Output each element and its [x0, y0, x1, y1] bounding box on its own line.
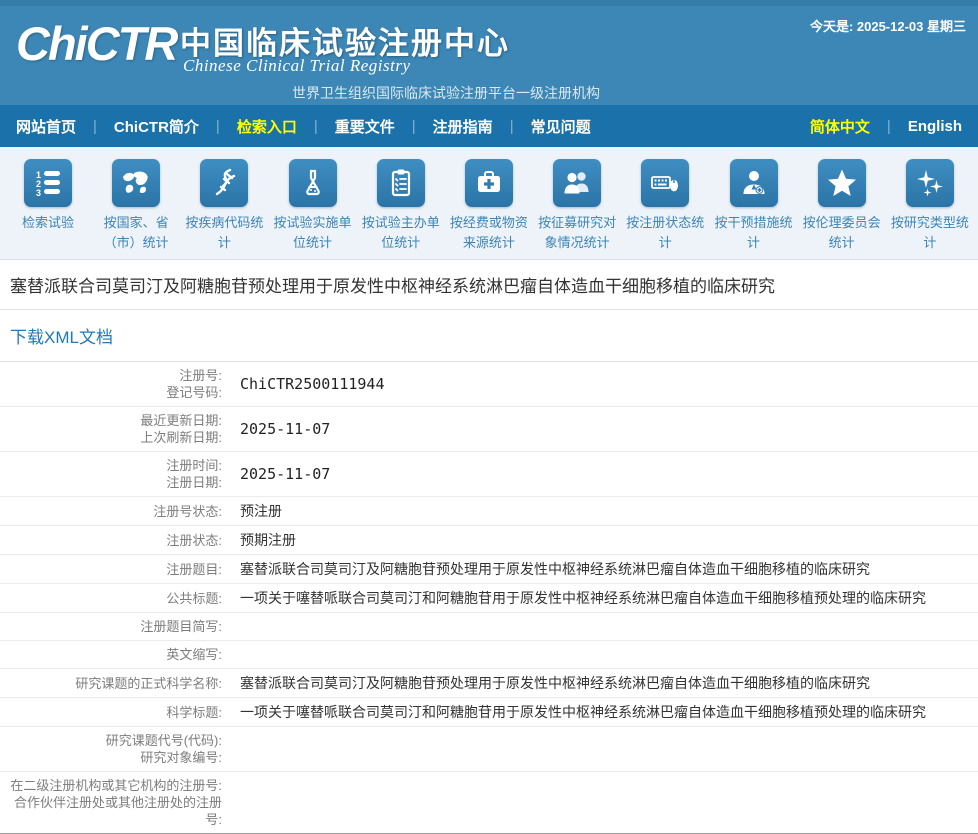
sparkles-icon [906, 159, 954, 207]
table-row-registration-date: 注册时间: 注册日期: 2025-11-07 [0, 452, 978, 497]
tool-label: 按试验实施单位统计 [269, 213, 357, 252]
nav-item-search[interactable]: 检索入口 [233, 116, 301, 137]
nav-separator: | [510, 118, 514, 135]
row-label: 科学标题: [0, 704, 222, 721]
tool-stats-by-country[interactable]: 按国家、省（市）统计 [92, 159, 180, 259]
row-label: 注册题目简写: [0, 618, 222, 635]
nav-item-documents[interactable]: 重要文件 [331, 116, 399, 137]
tool-label: 按研究类型统计 [886, 213, 974, 252]
medical-bag-icon [465, 159, 513, 207]
row-label: 公共标题: [0, 590, 222, 607]
nav-separator: | [216, 118, 220, 135]
study-title: 塞替派联合司莫司汀及阿糖胞苷预处理用于原发性中枢神经系统淋巴瘤自体造血干细胞移植… [0, 260, 978, 310]
tool-stats-by-sponsor-unit[interactable]: 按试验主办单位统计 [357, 159, 445, 259]
public-title-cn-value: 塞替派联合司莫司汀及阿糖胞苷预处理用于原发性中枢神经系统淋巴瘤自体造血干细胞移植… [222, 560, 978, 578]
tool-label: 按国家、省（市）统计 [92, 213, 180, 252]
row-label: 研究课题的正式科学名称: [0, 675, 222, 692]
nav-separator: | [412, 118, 416, 135]
registration-detail-table: 注册号: 登记号码: ChiCTR2500111944 最近更新日期: 上次刷新… [0, 362, 978, 834]
flask-icon [289, 159, 337, 207]
numbered-list-icon: 1 2 3 [24, 159, 72, 207]
nav-item-guide[interactable]: 注册指南 [429, 116, 497, 137]
registration-number-status-value: 预注册 [222, 502, 978, 520]
tool-stats-by-ethics-committee[interactable]: 按伦理委员会统计 [798, 159, 886, 259]
row-label: 注册号状态: [0, 503, 222, 520]
row-label: 注册号: 登记号码: [0, 367, 222, 401]
site-header: ChiCTR 中国临床试验注册中心 Chinese Clinical Trial… [0, 0, 978, 105]
keyboard-mouse-icon [641, 159, 689, 207]
row-label: 英文缩写: [0, 646, 222, 663]
table-row-public-title-cn: 注册题目: 塞替派联合司莫司汀及阿糖胞苷预处理用于原发性中枢神经系统淋巴瘤自体造… [0, 555, 978, 584]
tool-label: 按经费或物资来源统计 [445, 213, 533, 252]
download-xml-row: 下载XML文档 [0, 310, 978, 362]
lang-simplified-chinese[interactable]: 简体中文 [806, 116, 874, 137]
who-registry-subtitle: 世界卫生组织国际临床试验注册平台一级注册机构 [292, 83, 600, 103]
table-row-public-title: 公共标题: 一项关于噻替哌联合司莫司汀和阿糖胞苷用于原发性中枢神经系统淋巴瘤自体… [0, 584, 978, 613]
nav-separator: | [93, 118, 97, 135]
row-label: 注册题目: [0, 561, 222, 578]
world-map-icon [112, 159, 160, 207]
clipboard-icon [377, 159, 425, 207]
nav-separator: | [314, 118, 318, 135]
table-row-study-code: 研究课题代号(代码): 研究对象编号: [0, 727, 978, 772]
tool-stats-by-disease-code[interactable]: 按疾病代码统计 [180, 159, 268, 259]
tool-label: 按征募研究对象情况统计 [533, 213, 621, 252]
row-label: 研究课题代号(代码): 研究对象编号: [0, 732, 222, 766]
lang-english[interactable]: English [904, 118, 966, 135]
tool-label: 按伦理委员会统计 [798, 213, 886, 252]
nav-separator: | [887, 118, 891, 135]
people-icon [553, 159, 601, 207]
public-title-value: 一项关于噻替哌联合司莫司汀和阿糖胞苷用于原发性中枢神经系统淋巴瘤自体造血干细胞移… [222, 589, 978, 607]
row-label: 最近更新日期: 上次刷新日期: [0, 412, 222, 446]
statistics-toolbar: 1 2 3 检索试验 按国家、省（市）统计 [0, 147, 978, 260]
registration-status-value: 预期注册 [222, 531, 978, 549]
table-row-last-refreshed: 最近更新日期: 上次刷新日期: 2025-11-07 [0, 407, 978, 452]
table-row-registration-number-status: 注册号状态: 预注册 [0, 497, 978, 526]
tool-search-trials[interactable]: 1 2 3 检索试验 [4, 159, 92, 259]
dna-icon [200, 159, 248, 207]
row-label: 注册时间: 注册日期: [0, 457, 222, 491]
tool-label: 检索试验 [4, 213, 92, 233]
tool-stats-by-funding-source[interactable]: 按经费或物资来源统计 [445, 159, 533, 259]
table-row-scientific-title: 科学标题: 一项关于噻替哌联合司莫司汀和阿糖胞苷用于原发性中枢神经系统淋巴瘤自体… [0, 698, 978, 727]
scientific-name-value: 塞替派联合司莫司汀及阿糖胞苷预处理用于原发性中枢神经系统淋巴瘤自体造血干细胞移植… [222, 674, 978, 692]
scientific-title-value: 一项关于噻替哌联合司莫司汀和阿糖胞苷用于原发性中枢神经系统淋巴瘤自体造血干细胞移… [222, 703, 978, 721]
table-row-english-acronym: 英文缩写: [0, 641, 978, 669]
table-row-registration-status: 注册状态: 预期注册 [0, 526, 978, 555]
tool-label: 按疾病代码统计 [180, 213, 268, 252]
last-refreshed-value: 2025-11-07 [222, 420, 978, 438]
doctor-icon [730, 159, 778, 207]
today-date: 今天是: 2025-12-03 星期三 [810, 16, 966, 35]
chictr-logo[interactable]: ChiCTR [16, 16, 176, 71]
nav-item-about[interactable]: ChiCTR简介 [110, 116, 203, 137]
tool-stats-by-registration-status[interactable]: 按注册状态统计 [621, 159, 709, 259]
tool-stats-by-intervention[interactable]: 按干预措施统计 [710, 159, 798, 259]
nav-item-home[interactable]: 网站首页 [12, 116, 80, 137]
tool-stats-by-implementing-unit[interactable]: 按试验实施单位统计 [269, 159, 357, 259]
tool-label: 按试验主办单位统计 [357, 213, 445, 252]
registration-number-value: ChiCTR2500111944 [222, 375, 978, 393]
registration-date-value: 2025-11-07 [222, 465, 978, 483]
tool-stats-by-recruitment[interactable]: 按征募研究对象情况统计 [533, 159, 621, 259]
row-label: 在二级注册机构或其它机构的注册号: 合作伙伴注册处或其他注册处的注册号: [0, 777, 222, 828]
star-icon [818, 159, 866, 207]
svg-text:3: 3 [36, 188, 41, 198]
main-nav: 网站首页 | ChiCTR简介 | 检索入口 | 重要文件 | 注册指南 | 常… [0, 105, 978, 147]
table-row-registration-number: 注册号: 登记号码: ChiCTR2500111944 [0, 362, 978, 407]
table-row-secondary-registry-number: 在二级注册机构或其它机构的注册号: 合作伙伴注册处或其他注册处的注册号: [0, 772, 978, 834]
tool-label: 按注册状态统计 [621, 213, 709, 252]
table-row-title-acronym: 注册题目简写: [0, 613, 978, 641]
site-title-english: Chinese Clinical Trial Registry [183, 56, 411, 76]
row-label: 注册状态: [0, 532, 222, 549]
tool-label: 按干预措施统计 [710, 213, 798, 252]
tool-stats-by-study-type[interactable]: 按研究类型统计 [886, 159, 974, 259]
download-xml-link[interactable]: 下载XML文档 [10, 328, 113, 347]
nav-item-faq[interactable]: 常见问题 [527, 116, 595, 137]
table-row-scientific-name: 研究课题的正式科学名称: 塞替派联合司莫司汀及阿糖胞苷预处理用于原发性中枢神经系… [0, 669, 978, 698]
